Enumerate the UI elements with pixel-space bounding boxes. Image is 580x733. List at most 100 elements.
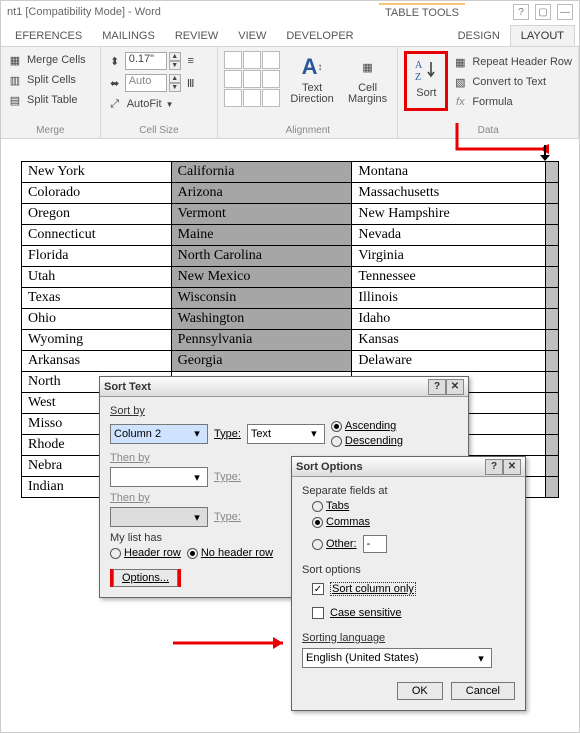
table-cell[interactable]: Oregon — [22, 204, 172, 225]
other-radio[interactable]: Other: — [312, 538, 357, 550]
sorting-language-combo[interactable]: English (United States)▾ — [302, 648, 492, 668]
then-by-combo[interactable]: ▾ — [110, 467, 208, 487]
table-cell[interactable]: Tennessee — [352, 267, 546, 288]
sort-button[interactable]: A Z Sort — [408, 55, 444, 99]
ok-button[interactable]: OK — [397, 682, 443, 700]
table-row[interactable]: UtahNew MexicoTennessee — [22, 267, 559, 288]
autofit-icon: ⤢ — [107, 96, 123, 112]
help-icon[interactable]: ? — [428, 379, 446, 395]
table-cell[interactable]: Nevada — [352, 225, 546, 246]
formula-button[interactable]: fx Formula — [452, 93, 572, 111]
height-up[interactable]: ▲ — [169, 52, 181, 61]
table-row[interactable]: OhioWashingtonIdaho — [22, 309, 559, 330]
alignment-grid[interactable] — [224, 51, 280, 107]
table-row[interactable]: ArkansasGeorgiaDelaware — [22, 351, 559, 372]
table-cell[interactable]: Arizona — [171, 183, 352, 204]
table-cell[interactable]: Kansas — [352, 330, 546, 351]
table-cell[interactable]: Florida — [22, 246, 172, 267]
width-down[interactable]: ▼ — [169, 83, 181, 92]
convert-to-text-button[interactable]: ▧ Convert to Text — [452, 73, 572, 91]
sort-options-title: Sort Options — [296, 461, 363, 473]
table-cell[interactable]: New York — [22, 162, 172, 183]
split-table-button[interactable]: ▤ Split Table — [7, 91, 94, 109]
sort-column-only-checkbox[interactable]: ✓ Sort column only — [312, 582, 515, 596]
table-cell[interactable]: Massachusetts — [352, 183, 546, 204]
tabs-radio[interactable]: Tabs — [312, 500, 515, 512]
sort-type-combo[interactable]: Text▾ — [247, 424, 325, 444]
tab-review[interactable]: REVIEW — [165, 26, 228, 46]
help-icon[interactable]: ? — [513, 4, 529, 20]
table-cell[interactable]: Georgia — [171, 351, 352, 372]
width-up[interactable]: ▲ — [169, 74, 181, 83]
tab-design[interactable]: DESIGN — [448, 26, 510, 46]
sort-by-combo[interactable]: Column 2▾ — [110, 424, 208, 444]
table-cell[interactable]: Ohio — [22, 309, 172, 330]
group-label-data: Data — [404, 124, 572, 136]
table-cell[interactable]: Arkansas — [22, 351, 172, 372]
close-icon[interactable]: ✕ — [503, 459, 521, 475]
merge-cells-button[interactable]: ▦ Merge Cells — [7, 51, 94, 69]
cell-margins-button[interactable]: ▦ Cell Margins — [344, 51, 392, 107]
table-row[interactable]: ColoradoArizonaMassachusetts — [22, 183, 559, 204]
table-cell[interactable]: Washington — [171, 309, 352, 330]
cancel-button[interactable]: Cancel — [451, 682, 515, 700]
tab-layout[interactable]: LAYOUT — [510, 25, 575, 46]
close-icon[interactable]: ✕ — [446, 379, 464, 395]
table-cell[interactable]: Montana — [352, 162, 546, 183]
distribute-cols-icon[interactable]: Ⅲ — [183, 75, 199, 91]
col-width-input[interactable]: Auto — [125, 74, 167, 92]
options-button[interactable]: Options... — [113, 569, 178, 587]
ascending-radio[interactable]: Ascending — [331, 420, 403, 432]
table-cell[interactable]: Vermont — [171, 204, 352, 225]
sort-text-title-bar[interactable]: Sort Text ? ✕ — [100, 377, 468, 397]
autofit-button[interactable]: ⤢ AutoFit ▼ — [107, 95, 212, 113]
table-cell[interactable]: North Carolina — [171, 246, 352, 267]
table-cell[interactable]: Wisconsin — [171, 288, 352, 309]
distribute-rows-icon[interactable]: ≡ — [183, 53, 199, 69]
row-height-input[interactable]: 0.17" — [125, 52, 167, 70]
table-row[interactable]: New YorkCaliforniaMontana — [22, 162, 559, 183]
table-cell[interactable]: Connecticut — [22, 225, 172, 246]
table-cell[interactable]: Virginia — [352, 246, 546, 267]
sorting-language-label: Sorting language — [302, 630, 515, 644]
chevron-down-icon: ▾ — [190, 511, 204, 524]
no-header-row-radio[interactable]: No header row — [187, 547, 273, 559]
commas-radio[interactable]: Commas — [312, 516, 515, 528]
minimize-icon[interactable]: — — [557, 4, 573, 20]
table-row[interactable]: FloridaNorth CarolinaVirginia — [22, 246, 559, 267]
table-row[interactable]: WyomingPennsylvaniaKansas — [22, 330, 559, 351]
tab-developer[interactable]: DEVELOPER — [276, 26, 363, 46]
table-cell[interactable]: Texas — [22, 288, 172, 309]
table-row[interactable]: TexasWisconsinIllinois — [22, 288, 559, 309]
table-cell[interactable]: Delaware — [352, 351, 546, 372]
table-cell[interactable]: Maine — [171, 225, 352, 246]
ribbon-display-icon[interactable]: ▢ — [535, 4, 551, 20]
sort-options-title-bar[interactable]: Sort Options ? ✕ — [292, 457, 525, 477]
descending-radio[interactable]: Descending — [331, 435, 403, 447]
height-down[interactable]: ▼ — [169, 61, 181, 70]
tab-view[interactable]: VIEW — [228, 26, 276, 46]
descending-label: Descending — [345, 435, 403, 447]
split-cells-button[interactable]: ▥ Split Cells — [7, 71, 94, 89]
other-input[interactable]: - — [363, 535, 387, 553]
repeat-header-rows-button[interactable]: ▦ Repeat Header Row — [452, 53, 572, 71]
table-cell[interactable]: New Mexico — [171, 267, 352, 288]
text-direction-button[interactable]: A↕ Text Direction — [288, 51, 336, 107]
table-cell[interactable]: Pennsylvania — [171, 330, 352, 351]
table-row[interactable]: ConnecticutMaineNevada — [22, 225, 559, 246]
table-cell[interactable]: Idaho — [352, 309, 546, 330]
table-cell[interactable]: California — [171, 162, 352, 183]
header-row-radio[interactable]: Header row — [110, 547, 181, 559]
tab-references[interactable]: EFERENCES — [5, 26, 92, 46]
table-cell[interactable]: Wyoming — [22, 330, 172, 351]
sort-button-highlight: A Z Sort — [404, 51, 448, 111]
table-cell[interactable]: Utah — [22, 267, 172, 288]
help-icon[interactable]: ? — [485, 459, 503, 475]
table-cell[interactable]: New Hampshire — [352, 204, 546, 225]
table-row[interactable]: OregonVermontNew Hampshire — [22, 204, 559, 225]
table-cell[interactable]: Colorado — [22, 183, 172, 204]
formula-icon: fx — [452, 94, 468, 110]
tab-mailings[interactable]: MAILINGS — [92, 26, 165, 46]
table-cell[interactable]: Illinois — [352, 288, 546, 309]
case-sensitive-checkbox[interactable]: Case sensitive — [312, 607, 515, 619]
